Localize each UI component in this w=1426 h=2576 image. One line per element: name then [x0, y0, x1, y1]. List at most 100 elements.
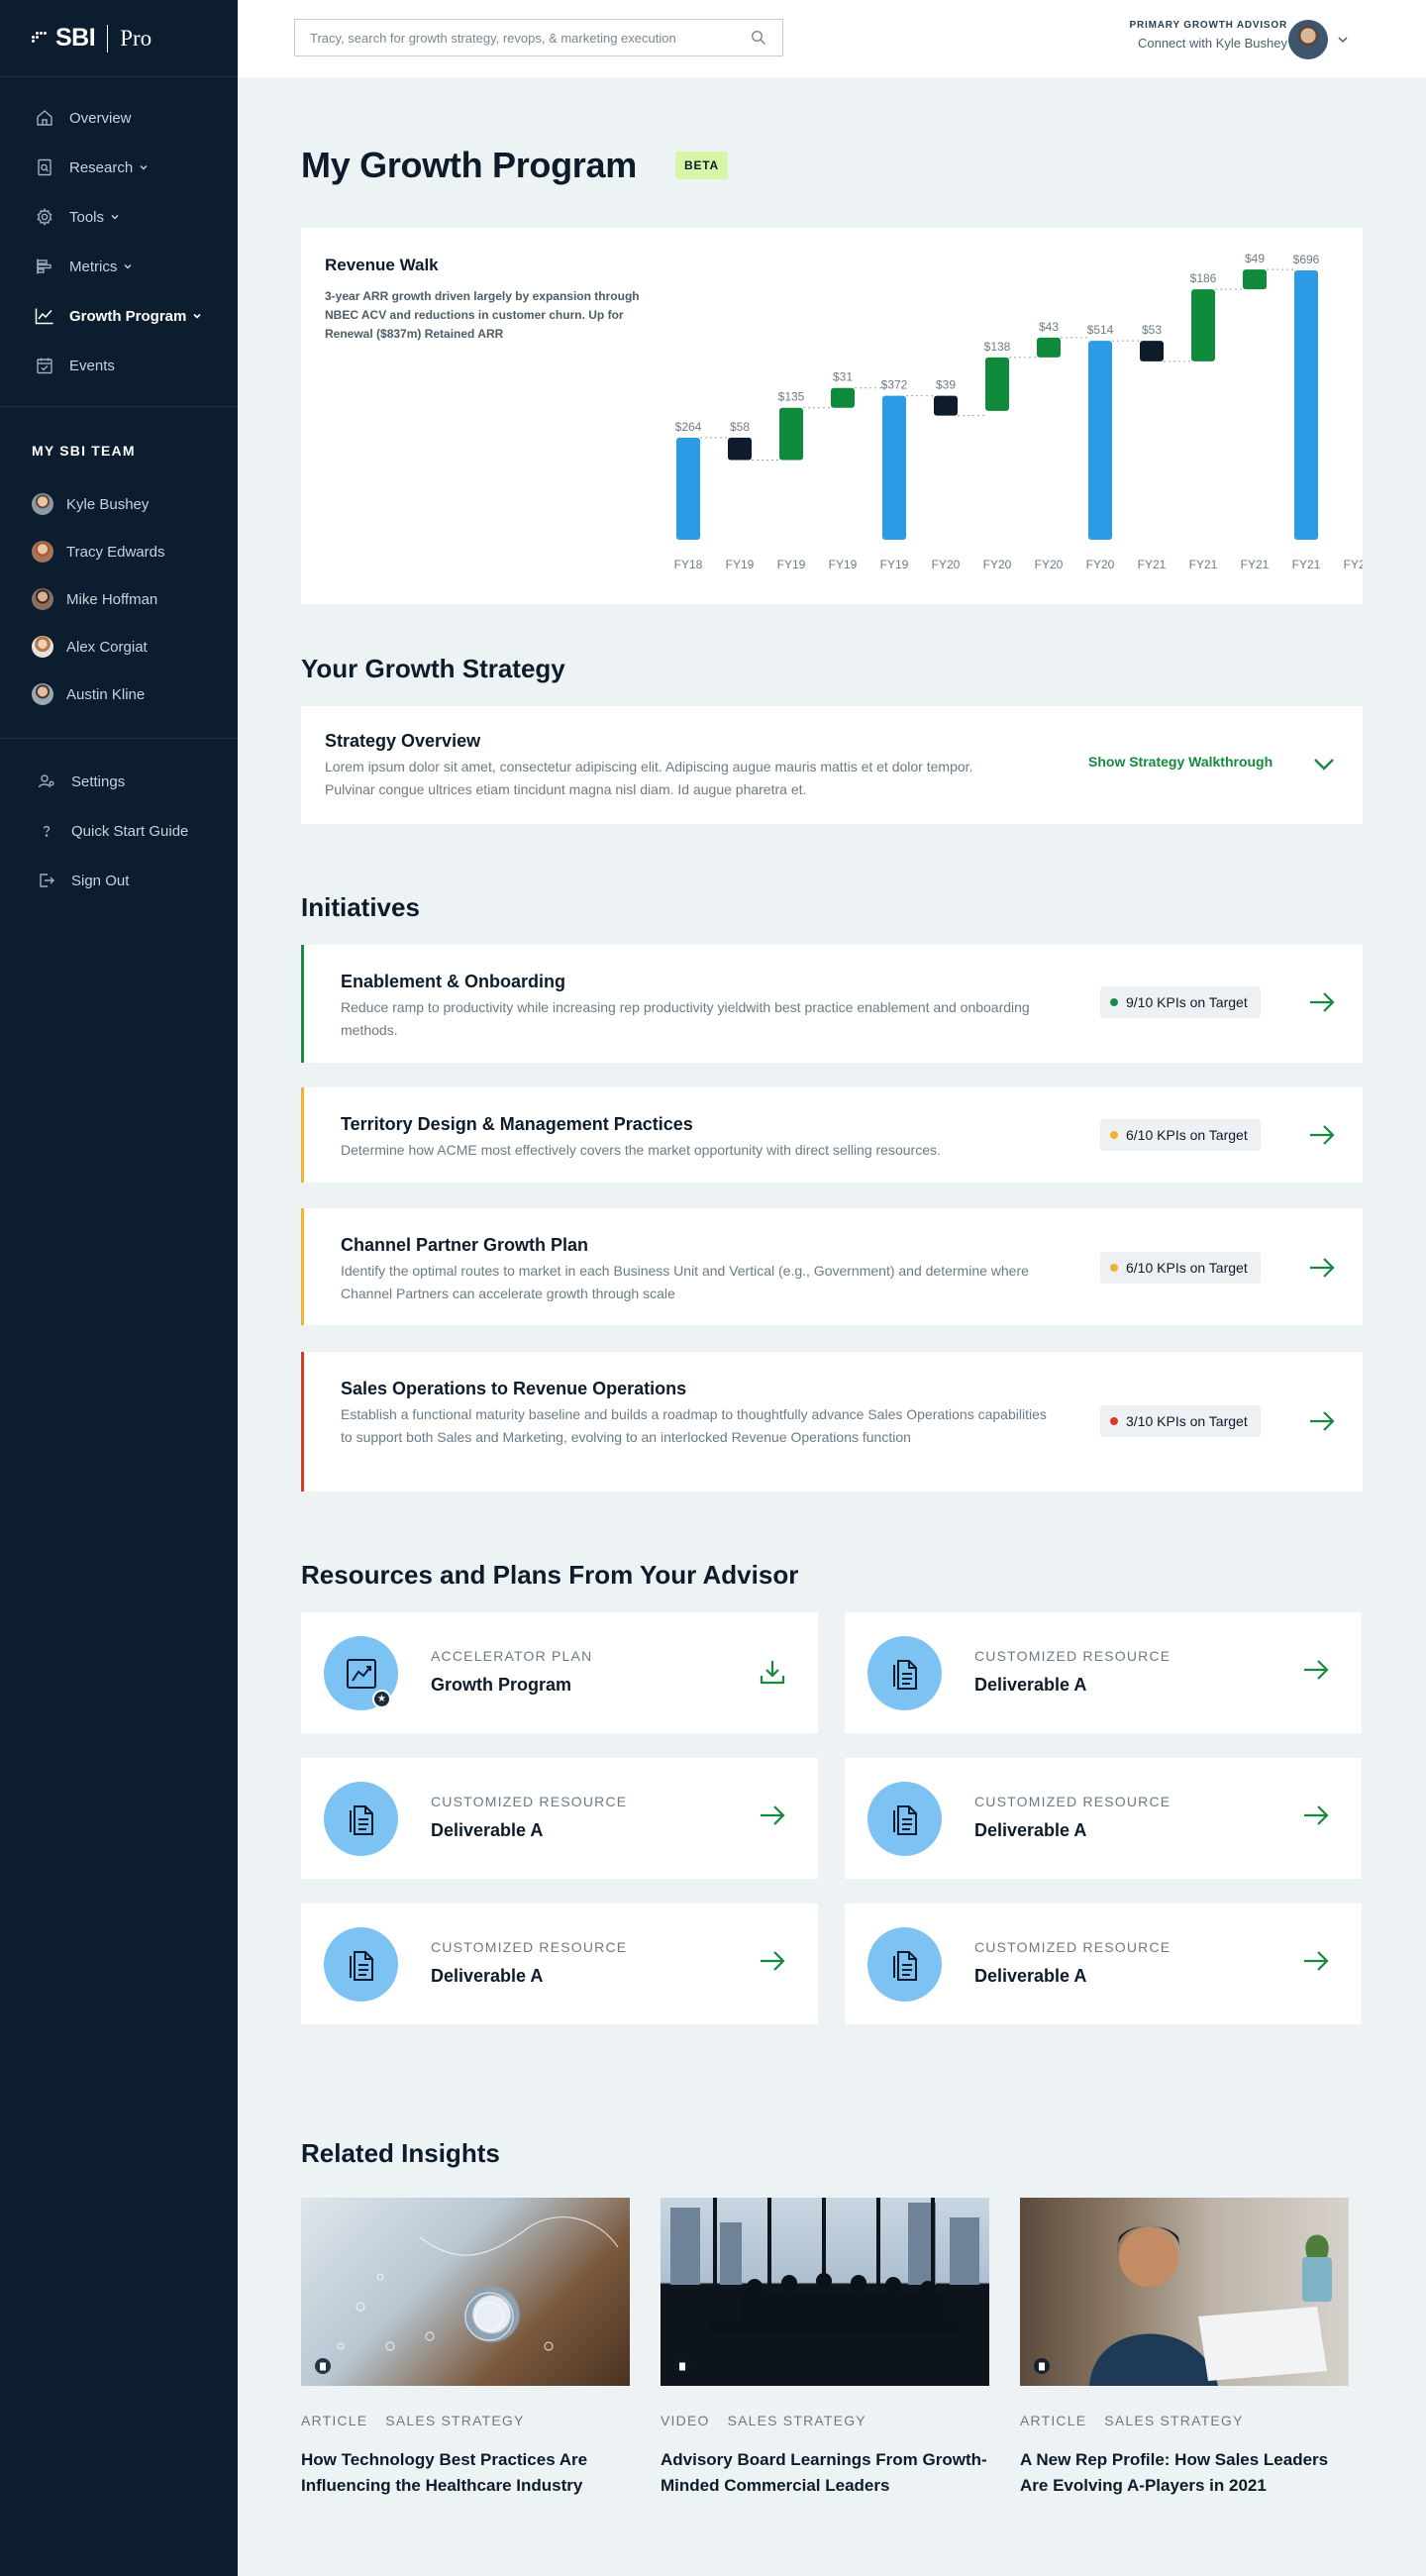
insight-title[interactable]: Advisory Board Learnings From Growth-Min…	[661, 2447, 989, 2499]
documents-icon	[324, 1927, 398, 2002]
arrow-right-icon[interactable]	[1308, 1409, 1336, 1433]
nav-item-settings[interactable]: Settings	[0, 757, 238, 806]
resource-card[interactable]: CUSTOMIZED RESOURCE Deliverable A	[845, 1612, 1362, 1733]
arrow-right-icon[interactable]	[1302, 1949, 1330, 1973]
advisor-avatar[interactable]	[1288, 20, 1328, 59]
x-tick-label: FY21	[1292, 558, 1321, 571]
nav-label: Tools	[69, 208, 105, 226]
nav-item-metrics[interactable]: Metrics	[0, 242, 238, 291]
search-icon[interactable]	[751, 30, 766, 51]
initiative-card[interactable]: Territory Design & Management Practices …	[301, 1087, 1363, 1183]
resource-card[interactable]: CUSTOMIZED RESOURCE Deliverable A	[301, 1904, 818, 2024]
boardroom-silhouette-graphic	[661, 2198, 989, 2333]
documents-icon	[324, 1782, 398, 1856]
chevron-down-icon	[140, 165, 148, 170]
search-input[interactable]	[310, 30, 746, 46]
advisor-info[interactable]: PRIMARY GROWTH ADVISOR Connect with Kyle…	[1130, 20, 1287, 51]
resource-name: Deliverable A	[431, 1820, 544, 1840]
insight-card[interactable]: ARTICLE SALES STRATEGY A New Rep Profile:…	[1020, 2198, 1349, 2499]
nav-label: Metrics	[69, 258, 118, 275]
article-tag-icon	[315, 2358, 331, 2374]
insight-card[interactable]: VIDEO SALES STRATEGY Advisory Board Learn…	[661, 2198, 989, 2499]
data-label: $43	[1039, 320, 1059, 334]
nav-item-quick-start-guide[interactable]: Quick Start Guide	[0, 806, 238, 856]
insight-image-boardroom[interactable]	[661, 2198, 989, 2386]
insight-image-sales-rep[interactable]	[1020, 2198, 1349, 2386]
resource-card[interactable]: ★ ACCELERATOR PLAN Growth Program	[301, 1612, 818, 1733]
initiative-card[interactable]: Channel Partner Growth Plan Identify the…	[301, 1208, 1363, 1325]
main-nav: Overview Research Tools Metrics Growth P…	[0, 77, 238, 407]
data-label: $58	[730, 420, 750, 434]
data-label: $135	[778, 390, 805, 404]
document-search-icon	[34, 156, 55, 178]
insight-type: ARTICLE	[301, 2413, 368, 2428]
chevron-down-icon[interactable]	[1337, 34, 1349, 46]
team-member[interactable]: Tracy Edwards	[0, 528, 238, 575]
initiative-card[interactable]: Sales Operations to Revenue Operations E…	[301, 1352, 1363, 1492]
arrow-right-icon[interactable]	[1308, 1123, 1336, 1147]
arrow-right-icon[interactable]	[1308, 990, 1336, 1014]
team-member[interactable]: Mike Hoffman	[0, 575, 238, 623]
nav-item-growth-program[interactable]: Growth Program	[0, 291, 238, 341]
download-icon[interactable]	[759, 1658, 786, 1686]
x-tick-label: FY18	[674, 558, 703, 571]
sidebar: SBI Pro Overview Research Tools Metrics …	[0, 0, 238, 2576]
arrow-right-icon[interactable]	[1302, 1803, 1330, 1827]
data-label: $39	[936, 378, 956, 392]
gear-icon	[34, 206, 55, 228]
waterfall-bar	[985, 357, 1009, 411]
user-gear-icon	[36, 771, 57, 792]
waterfall-bar	[779, 407, 803, 461]
insight-image-healthcare[interactable]	[301, 2198, 630, 2386]
team-section: MY SBI TEAM Kyle Bushey Tracy Edwards Mi…	[0, 407, 238, 739]
team-member-name: Mike Hoffman	[66, 590, 158, 608]
waterfall-bar	[934, 395, 958, 416]
resource-card[interactable]: CUSTOMIZED RESOURCE Deliverable A	[301, 1758, 818, 1879]
question-icon	[36, 820, 57, 842]
kpi-status-badge: 3/10 KPIs on Target	[1100, 1405, 1261, 1437]
waterfall-bar	[676, 437, 700, 540]
x-tick-label: FY19	[777, 558, 806, 571]
nav-item-tools[interactable]: Tools	[0, 192, 238, 242]
x-tick-label: FY21	[1189, 558, 1218, 571]
resource-card[interactable]: CUSTOMIZED RESOURCE Deliverable A	[845, 1904, 1362, 2024]
team-member[interactable]: Alex Corgiat	[0, 623, 238, 670]
insight-topic[interactable]: SALES STRATEGY	[728, 2413, 866, 2428]
nav-item-events[interactable]: Events	[0, 341, 238, 390]
sbi-pro-logo[interactable]: SBI Pro	[0, 0, 238, 77]
team-heading: MY SBI TEAM	[32, 443, 136, 459]
insight-card[interactable]: ARTICLE SALES STRATEGY How Technology Bes…	[301, 2198, 630, 2499]
chevron-down-icon[interactable]	[1311, 752, 1337, 777]
advisor-connect-text[interactable]: Connect with Kyle Bushey	[1130, 36, 1287, 51]
insight-meta: ARTICLE SALES STRATEGY	[301, 2413, 630, 2428]
nav-item-research[interactable]: Research	[0, 143, 238, 192]
arrow-right-icon[interactable]	[759, 1803, 786, 1827]
nav-item-sign-out[interactable]: Sign Out	[0, 856, 238, 905]
arrow-right-icon[interactable]	[759, 1949, 786, 1973]
insight-topic[interactable]: SALES STRATEGY	[1104, 2413, 1243, 2428]
waterfall-bar	[728, 437, 752, 461]
nav-label: Sign Out	[71, 872, 130, 889]
team-member[interactable]: Austin Kline	[0, 670, 238, 718]
data-label: $264	[675, 420, 702, 434]
waterfall-bar	[1140, 341, 1164, 361]
show-strategy-walkthrough-link[interactable]: Show Strategy Walkthrough	[1088, 754, 1273, 770]
initiative-title: Territory Design & Management Practices	[341, 1114, 693, 1134]
logo-dots-icon	[32, 31, 51, 46]
resource-card[interactable]: CUSTOMIZED RESOURCE Deliverable A	[845, 1758, 1362, 1879]
insight-title[interactable]: How Technology Best Practices Are Influe…	[301, 2447, 630, 2499]
nav-label: Overview	[69, 109, 132, 127]
x-tick-label: FY21	[1138, 558, 1167, 571]
waterfall-bar	[1037, 337, 1061, 358]
insight-type: ARTICLE	[1020, 2413, 1087, 2428]
nav-item-overview[interactable]: Overview	[0, 93, 238, 143]
team-member[interactable]: Kyle Bushey	[0, 480, 238, 528]
revenue-walk-card: Revenue Walk 3-year ARR growth driven la…	[301, 228, 1363, 604]
insight-topic[interactable]: SALES STRATEGY	[385, 2413, 524, 2428]
arrow-right-icon[interactable]	[1302, 1658, 1330, 1682]
insight-title[interactable]: A New Rep Profile: How Sales Leaders Are…	[1020, 2447, 1349, 2499]
search-box[interactable]	[294, 19, 783, 56]
nav-label: Events	[69, 357, 115, 374]
arrow-right-icon[interactable]	[1308, 1256, 1336, 1280]
initiative-card[interactable]: Enablement & Onboarding Reduce ramp to p…	[301, 945, 1363, 1063]
